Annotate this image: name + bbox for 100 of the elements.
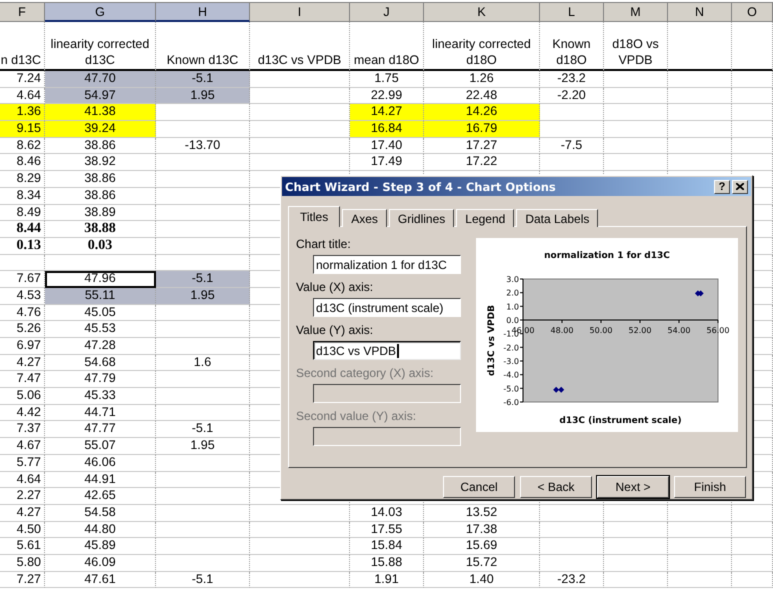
table-cell: 4.67 bbox=[0, 438, 45, 455]
column-header[interactable]: L bbox=[540, 3, 604, 22]
table-cell: 44.71 bbox=[45, 404, 156, 422]
table-cell: 1.91 bbox=[350, 572, 424, 588]
table-cell: 1.6 bbox=[156, 354, 250, 372]
table-cell: 2.27 bbox=[0, 488, 45, 505]
table-cell: 0.13 bbox=[0, 238, 45, 255]
column-heading: linearity corrected d18O bbox=[431, 36, 532, 68]
column-header[interactable]: J bbox=[350, 3, 424, 22]
table-cell: 55.11 bbox=[45, 288, 156, 305]
table-cell: 42.65 bbox=[45, 488, 156, 505]
input-field[interactable]: normalization 1 for d13C bbox=[313, 255, 461, 274]
column-header[interactable]: H bbox=[156, 3, 250, 22]
column-header[interactable]: M bbox=[604, 3, 668, 22]
table-cell: 15.88 bbox=[350, 554, 424, 572]
field-label: Value (X) axis: bbox=[296, 279, 374, 295]
y-tick-label: 2.0 bbox=[506, 288, 519, 298]
table-cell: 47.79 bbox=[45, 371, 156, 388]
field-label: Chart title: bbox=[296, 236, 351, 252]
table-cell: 54.97 bbox=[45, 88, 156, 104]
table-cell: 39.24 bbox=[45, 121, 156, 138]
y-tick-label: 0.0 bbox=[506, 316, 519, 325]
table-cell: 5.06 bbox=[0, 388, 45, 405]
table-cell: -5.1 bbox=[156, 421, 250, 438]
table-cell: 38.86 bbox=[45, 138, 156, 154]
table-cell: 47.77 bbox=[45, 421, 156, 438]
table-cell: 7.27 bbox=[0, 572, 45, 588]
heading-cell bbox=[732, 22, 773, 71]
close-icon bbox=[736, 183, 744, 190]
dialog-button[interactable]: < Back bbox=[520, 476, 592, 498]
table-cell: 15.84 bbox=[350, 538, 424, 555]
close-button[interactable] bbox=[732, 180, 748, 194]
table-cell: 17.49 bbox=[350, 154, 424, 172]
column-header[interactable]: F bbox=[0, 3, 45, 22]
text-cursor bbox=[397, 344, 400, 358]
table-cell: 5.80 bbox=[0, 554, 45, 572]
table-cell: 44.80 bbox=[45, 522, 156, 538]
dialog-button[interactable]: Next > bbox=[597, 476, 669, 498]
tab[interactable]: Legend bbox=[456, 209, 514, 227]
table-cell: 47.28 bbox=[45, 338, 156, 355]
table-cell: 1.95 bbox=[156, 88, 250, 104]
y-tick-label: -4.0 bbox=[503, 370, 519, 380]
y-axis-title: d13C vs VPDB bbox=[487, 305, 497, 376]
table-cell: -7.5 bbox=[540, 138, 604, 154]
input-field[interactable]: d13C (instrument scale) bbox=[313, 298, 461, 317]
table-cell: 16.79 bbox=[424, 121, 540, 138]
table-cell: 45.33 bbox=[45, 388, 156, 405]
tab[interactable]: Axes bbox=[342, 209, 387, 227]
table-cell: 8.62 bbox=[0, 138, 45, 154]
column-heading: linearity corrected d13C bbox=[50, 36, 150, 68]
table-cell: 38.92 bbox=[45, 154, 156, 172]
table-cell: -13.70 bbox=[156, 138, 250, 154]
table-cell: 8.46 bbox=[0, 154, 45, 172]
column-heading: Known d13C bbox=[166, 52, 238, 68]
column-header[interactable]: O bbox=[732, 3, 773, 22]
x-tick-label: 54.00 bbox=[668, 326, 690, 335]
dialog-button[interactable]: Finish bbox=[674, 476, 746, 498]
y-tick-label: -3.0 bbox=[503, 357, 519, 366]
table-cell: 55.07 bbox=[45, 438, 156, 455]
tab[interactable]: Data Labels bbox=[516, 209, 598, 227]
table-cell: 38.86 bbox=[45, 188, 156, 204]
dialog-button[interactable]: Cancel bbox=[443, 476, 515, 498]
table-cell: 38.89 bbox=[45, 204, 156, 222]
x-tick-label: 56.00 bbox=[706, 326, 730, 335]
table-cell: 7.37 bbox=[0, 421, 45, 438]
field-label: Second value (Y) axis: bbox=[296, 408, 416, 424]
table-cell: 46.09 bbox=[45, 554, 156, 572]
column-heading: d18O vs VPDB bbox=[611, 36, 660, 68]
tab[interactable]: Gridlines bbox=[388, 209, 454, 227]
table-cell: -23.2 bbox=[540, 71, 604, 88]
column-header[interactable]: K bbox=[424, 3, 540, 22]
table-cell: 1.95 bbox=[156, 288, 250, 305]
help-button[interactable]: ? bbox=[714, 180, 730, 194]
column-heading: d13C vs VPDB bbox=[258, 52, 342, 68]
table-cell: -5.1 bbox=[156, 271, 250, 288]
table-cell: 8.29 bbox=[0, 171, 45, 188]
y-tick-label: -6.0 bbox=[503, 398, 519, 407]
column-header[interactable]: I bbox=[250, 3, 350, 22]
table-cell: 45.53 bbox=[45, 321, 156, 338]
table-cell: 1.75 bbox=[350, 71, 424, 88]
table-cell: 54.58 bbox=[45, 504, 156, 522]
table-cell: 16.84 bbox=[350, 121, 424, 138]
chart-title: normalization 1 for d13C bbox=[544, 251, 670, 261]
table-cell: 5.77 bbox=[0, 454, 45, 472]
x-axis-title: d13C (instrument scale) bbox=[559, 416, 682, 426]
input-field[interactable]: d13C vs VPDB bbox=[313, 341, 461, 360]
field-label: Second category (X) axis: bbox=[296, 365, 434, 381]
table-cell: 5.26 bbox=[0, 321, 45, 338]
table-cell: 8.49 bbox=[0, 204, 45, 222]
table-cell: 7.47 bbox=[0, 371, 45, 388]
column-header[interactable]: G bbox=[45, 3, 156, 22]
column-header[interactable]: N bbox=[668, 3, 732, 22]
table-cell: -5.1 bbox=[156, 71, 250, 88]
y-tick-label: -2.0 bbox=[503, 343, 519, 352]
tab[interactable]: Titles bbox=[288, 206, 340, 227]
table-cell: 4.50 bbox=[0, 522, 45, 538]
table-cell: 54.68 bbox=[45, 354, 156, 372]
y-tick-label: -5.0 bbox=[503, 384, 519, 394]
table-cell: 1.26 bbox=[424, 71, 540, 88]
table-cell: 14.26 bbox=[424, 104, 540, 122]
